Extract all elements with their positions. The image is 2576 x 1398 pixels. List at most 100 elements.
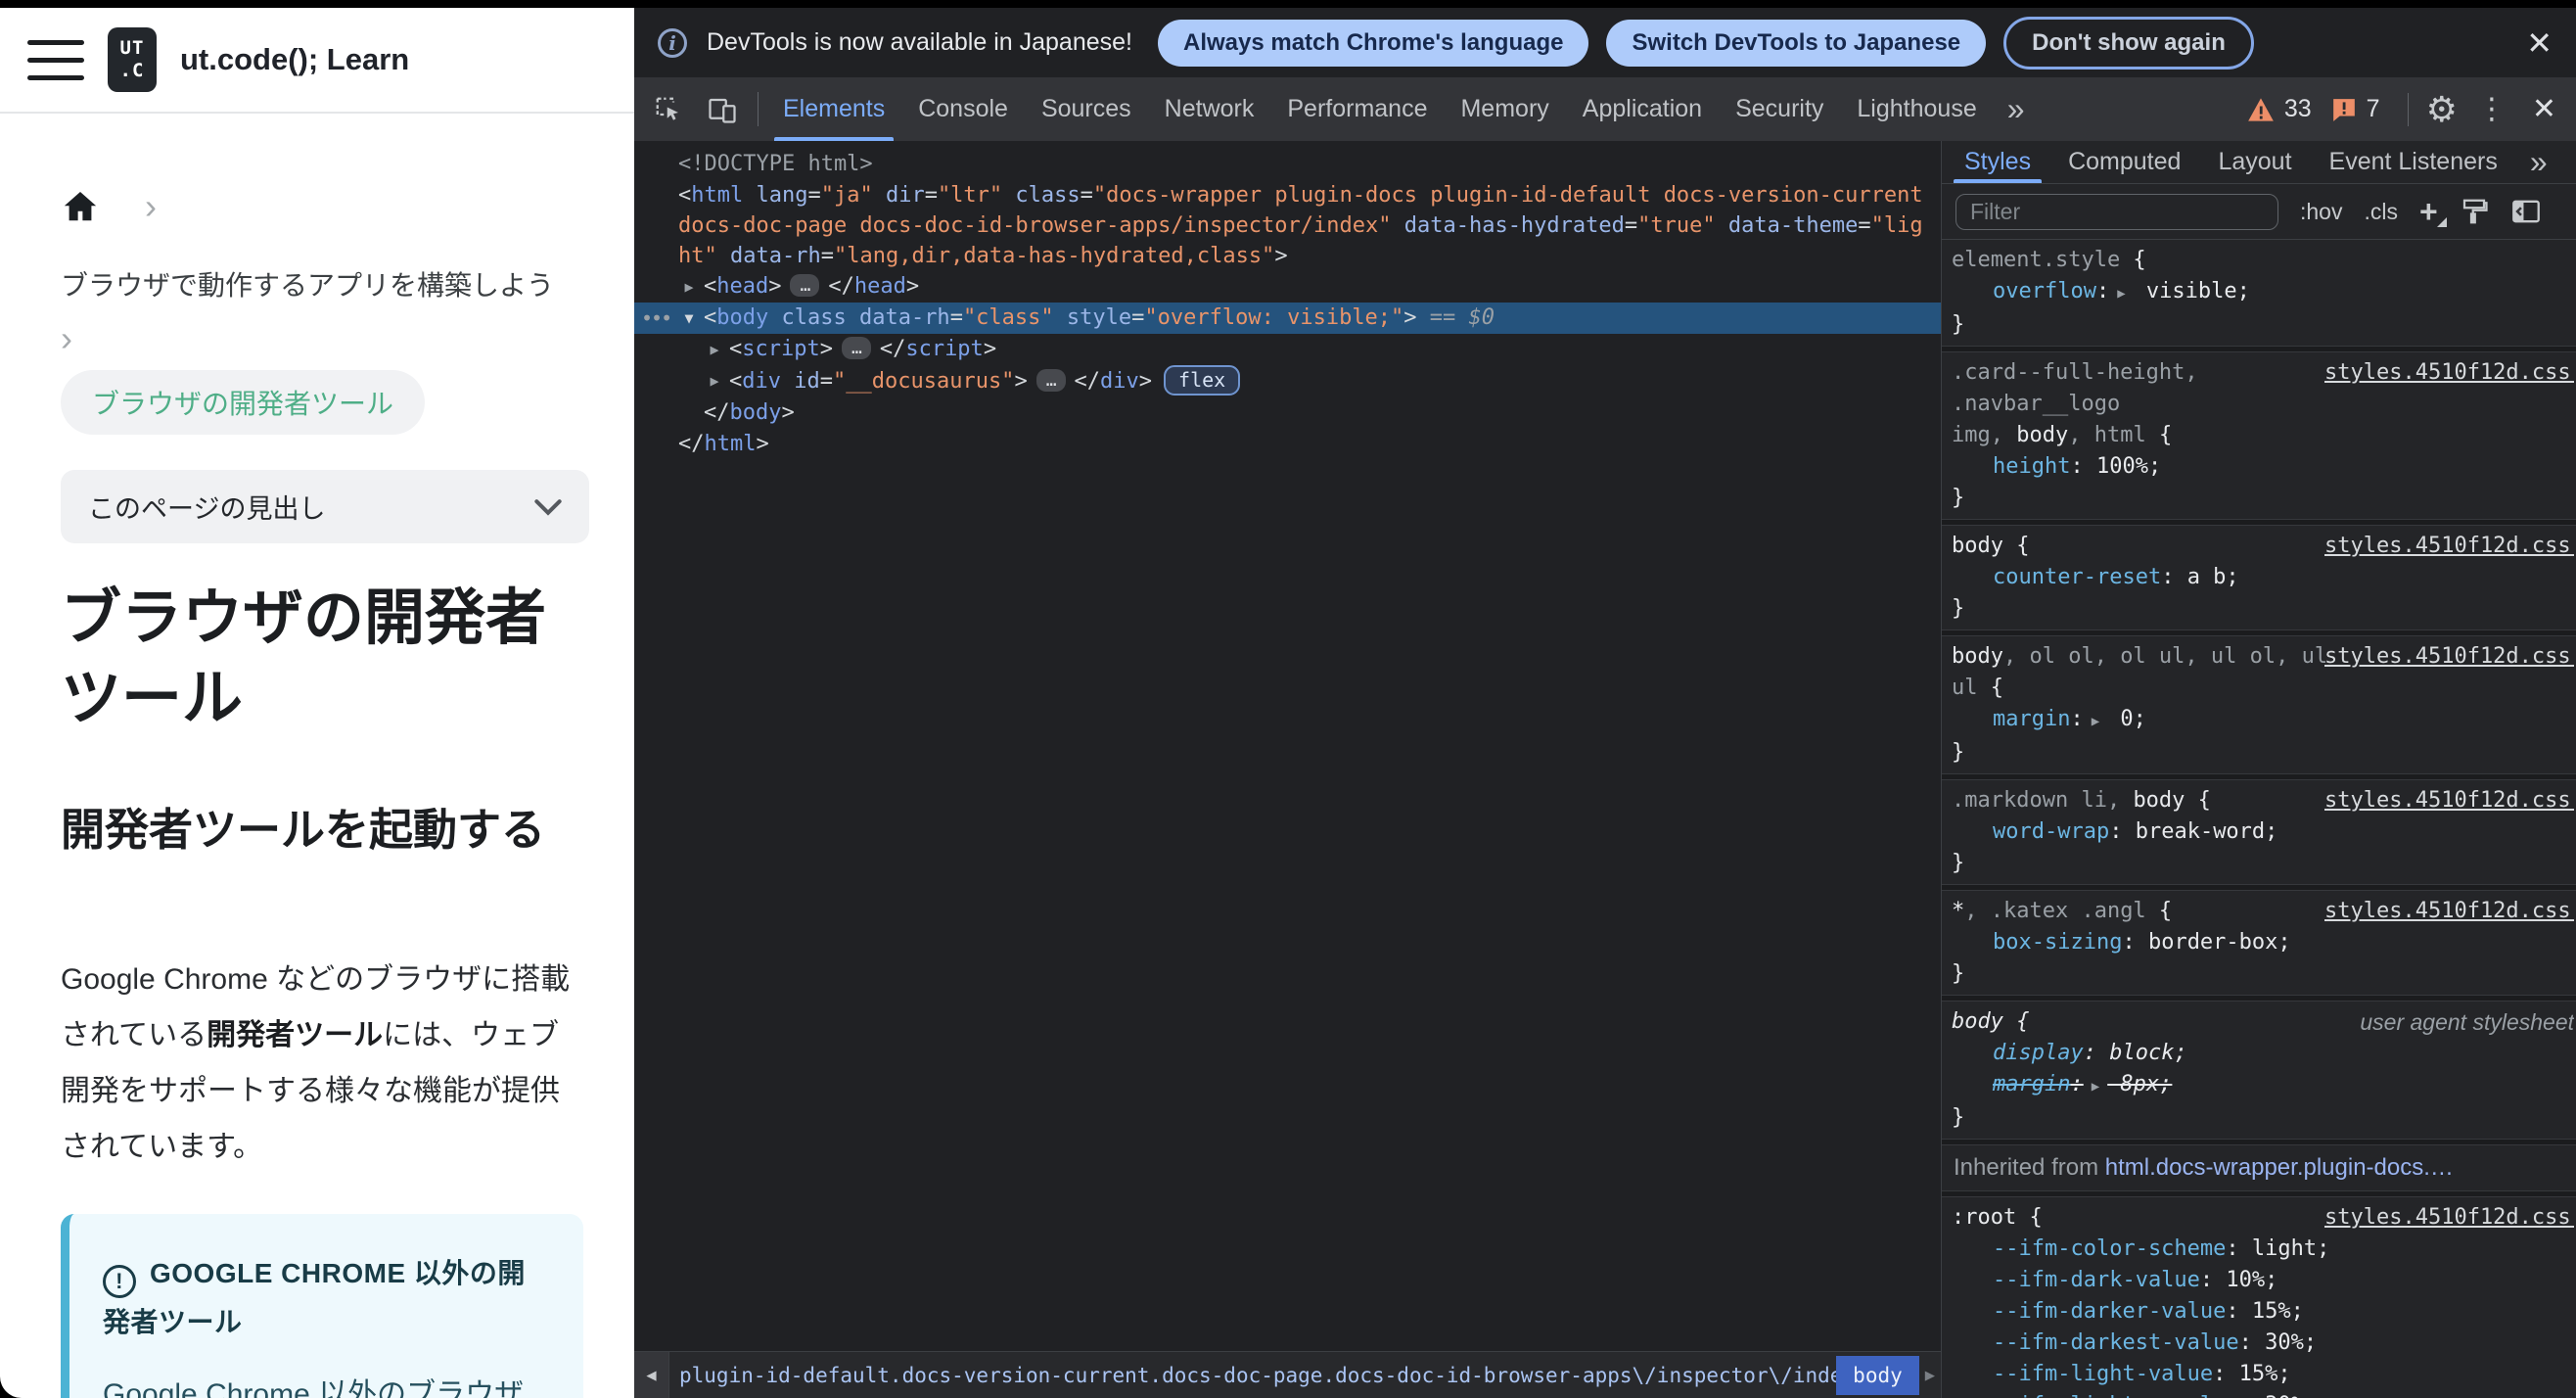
stylesheet-link[interactable]: styles.4510f12d.css:1 (2324, 896, 2574, 927)
stylesheet-link[interactable]: styles.4510f12d.css:1 (2324, 357, 2574, 389)
stylesheet-link[interactable]: styles.4510f12d.css:1 (2324, 531, 2574, 562)
tab-console[interactable]: Console (901, 77, 1025, 141)
dom-tree-row[interactable]: </html> (634, 429, 1941, 460)
style-rule: styles.4510f12d.css:1 *, .katex .angl {bo… (1942, 891, 2576, 995)
tab-network[interactable]: Network (1148, 77, 1271, 141)
css-property[interactable]: counter-reset: a b; (1952, 562, 2570, 593)
notification-close-icon[interactable]: ✕ (2526, 24, 2553, 62)
css-property[interactable]: --ifm-lighter-value: 30%; (1952, 1390, 2570, 1398)
inspect-element-icon[interactable] (642, 77, 695, 141)
issues-icon[interactable] (2331, 97, 2357, 122)
css-property[interactable]: --ifm-light-value: 15%; (1952, 1359, 2570, 1390)
expand-arrow-icon[interactable]: ▶ (704, 334, 725, 365)
dom-tree-row[interactable]: ▶ <head>… </head> (634, 271, 1941, 303)
css-property[interactable]: --ifm-darkest-value: 30%; (1952, 1328, 2570, 1359)
dom-tree-row[interactable]: ••• ▼ <body class data-rh="class" style="o… (634, 303, 1941, 334)
breadcrumb-html-crumb[interactable]: plugin-id-default.docs-version-current.d… (669, 1364, 1836, 1387)
tab-lighthouse[interactable]: Lighthouse (1840, 77, 1993, 141)
tab-memory[interactable]: Memory (1444, 77, 1565, 141)
settings-gear-icon[interactable]: ⚙ (2426, 89, 2458, 130)
tab-elements[interactable]: Elements (766, 77, 901, 141)
new-style-rule-icon[interactable]: + (2419, 196, 2447, 227)
css-property[interactable]: height: 100%; (1952, 451, 2570, 483)
expand-children-button[interactable]: … (841, 337, 871, 359)
css-property[interactable]: display: block; (1952, 1038, 2570, 1069)
collapse-arrow-icon[interactable]: ▼ (678, 303, 700, 334)
info-admonition: ! GOOGLE CHROME 以外の開発者ツール Google Chrome 以… (61, 1214, 583, 1398)
css-property[interactable]: --ifm-darker-value: 15%; (1952, 1296, 2570, 1328)
dom-tree-row[interactable]: ▶ <div id="__docusaurus">… </div> flex (634, 365, 1941, 397)
don-t-show-again-button[interactable]: Don't show again (2003, 16, 2254, 70)
expand-arrow-icon[interactable]: ▶ (704, 365, 725, 396)
toggle-hover-state-button[interactable]: :hov (2300, 199, 2342, 225)
toc-collapse-button[interactable]: このページの見出し (61, 470, 589, 543)
sidebar-tab-layout[interactable]: Layout (2199, 141, 2310, 183)
sidebar-tab-computed[interactable]: Computed (2049, 141, 2199, 183)
admonition-body: Google Chrome 以外のブラウザにも開発者ツールは搭載されて (103, 1378, 525, 1398)
switch-devtools-to-japanese-button[interactable]: Switch DevTools to Japanese (1606, 19, 1987, 67)
css-rules-list: element.style {overflow: ▶ visible;} style… (1942, 240, 2576, 1398)
site-logo[interactable]: UT .C (108, 27, 157, 92)
dom-tree-row[interactable]: <html lang="ja" dir="ltr" class="docs-wr… (634, 180, 1941, 271)
inherited-element-link[interactable]: html.docs-wrapper.plugin-docs.… (2105, 1154, 2454, 1181)
sidebar-tab-event-listeners[interactable]: Event Listeners (2311, 141, 2516, 183)
logo-text-top: UT (119, 37, 145, 59)
devtools-close-icon[interactable]: ✕ (2526, 92, 2562, 126)
expand-children-button[interactable]: … (1035, 369, 1066, 392)
section-divider (1942, 346, 2576, 352)
flex-badge[interactable]: flex (1164, 365, 1241, 396)
logo-text-bottom: .C (119, 60, 145, 81)
paint-brush-icon[interactable] (2460, 197, 2489, 226)
site-title[interactable]: ut.code(); Learn (180, 42, 409, 77)
tab-security[interactable]: Security (1719, 77, 1840, 141)
section-divider (1942, 995, 2576, 1002)
css-property[interactable]: --ifm-color-scheme: light; (1952, 1234, 2570, 1265)
expand-children-button[interactable]: … (790, 274, 820, 297)
tab-application[interactable]: Application (1566, 77, 1719, 141)
css-property[interactable]: --ifm-dark-value: 10%; (1952, 1265, 2570, 1296)
chevron-down-icon (534, 498, 562, 516)
dom-tree: <!DOCTYPE html> <html lang="ja" dir="ltr"… (634, 141, 1941, 1351)
expand-arrow-icon[interactable]: ▶ (678, 271, 700, 303)
toggle-sidebar-icon[interactable] (2510, 198, 2542, 225)
styles-filter-input[interactable] (1955, 193, 2278, 230)
toggle-class-button[interactable]: .cls (2364, 199, 2398, 225)
always-match-chrome-s-language-button[interactable]: Always match Chrome's language (1157, 19, 1589, 67)
admonition-title-text: GOOGLE CHROME 以外の開発者ツール (103, 1258, 526, 1337)
expand-value-icon[interactable]: ▶ (2092, 1079, 2099, 1095)
css-property[interactable]: overflow: ▶ visible; (1952, 276, 2570, 309)
expand-value-icon[interactable]: ▶ (2117, 286, 2125, 302)
warning-icon[interactable] (2247, 97, 2275, 122)
css-property[interactable]: word-wrap: break-word; (1952, 816, 2570, 848)
css-property[interactable]: margin: ▶ 0; (1952, 704, 2570, 737)
stylesheet-link[interactable]: styles.4510f12d.css:1 (2324, 641, 2574, 673)
menu-icon[interactable] (27, 39, 84, 80)
css-property[interactable]: margin: ▶ 8px; (1952, 1069, 2570, 1102)
dom-tree-row[interactable]: <!DOCTYPE html> (634, 149, 1941, 180)
css-property[interactable]: box-sizing: border-box; (1952, 927, 2570, 958)
breadcrumb-scroll-right-icon: ▶ (1924, 1365, 1935, 1385)
style-rule: user agent stylesheet body {display: bloc… (1942, 1002, 2576, 1139)
dom-tree-row[interactable]: </body> (634, 397, 1941, 429)
device-toolbar-icon[interactable] (695, 77, 750, 141)
breadcrumb-scroll-left-icon[interactable]: ◀ (634, 1352, 669, 1398)
breadcrumb-section-link[interactable]: ブラウザで動作するアプリを構築しよう (61, 264, 583, 303)
stylesheet-link[interactable]: styles.4510f12d.css:1 (2324, 1202, 2574, 1234)
breadcrumb-body-crumb[interactable]: body (1836, 1355, 1919, 1395)
kebab-menu-icon[interactable]: ⋮ (2467, 92, 2516, 126)
tab-sources[interactable]: Sources (1025, 77, 1148, 141)
sidebar-tab-styles[interactable]: Styles (1946, 141, 2049, 183)
dom-tree-row[interactable]: ▶ <script>… </script> (634, 334, 1941, 365)
site-navbar: UT .C ut.code(); Learn (0, 8, 634, 114)
tab-performance[interactable]: Performance (1270, 77, 1444, 141)
toolbar-right-group: 33 7 ⚙ ⋮ ✕ (2247, 77, 2576, 141)
stylesheet-origin-label: user agent stylesheet (2360, 1009, 2574, 1035)
stylesheet-link[interactable]: styles.4510f12d.css:1 (2324, 785, 2574, 816)
expand-value-icon[interactable]: ▶ (2092, 714, 2099, 729)
home-icon[interactable] (61, 188, 100, 225)
rule-selector[interactable]: element.style { (1952, 245, 2570, 276)
more-tabs-icon[interactable]: » (1994, 77, 2039, 141)
section-divider (1942, 884, 2576, 891)
more-sidebar-tabs-icon[interactable]: » (2516, 141, 2561, 183)
section-heading: 開発者ツールを起動する (61, 805, 546, 855)
